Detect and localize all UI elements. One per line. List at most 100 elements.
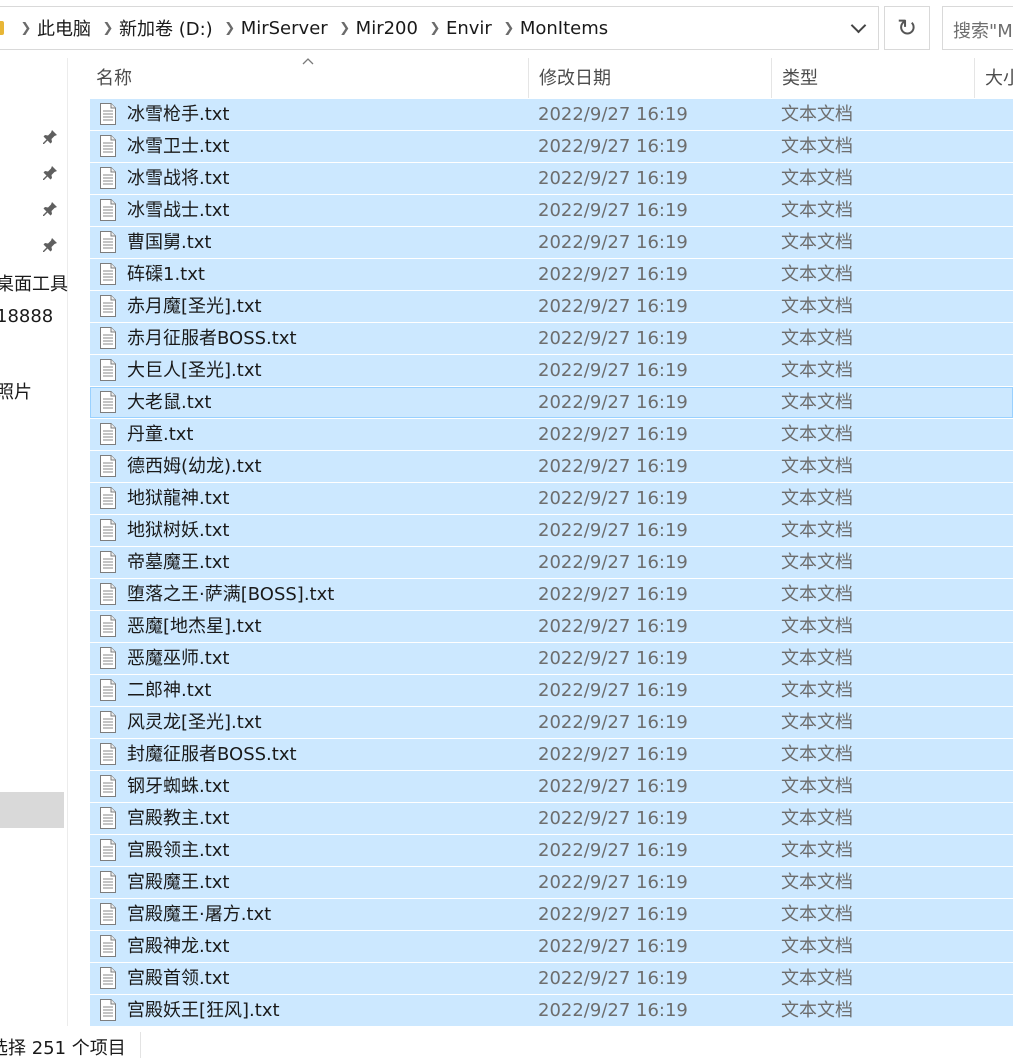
table-row[interactable]: 冰雪战士.txt 2022/9/27 16:19 文本文档 — [90, 195, 1013, 226]
refresh-button[interactable]: ↻ — [884, 6, 930, 50]
address-bar[interactable]: ❯ 此电脑 ❯ 新加卷 (D:) ❯ MirServer ❯ Mir200 ❯ … — [0, 6, 879, 50]
text-file-icon — [99, 423, 117, 445]
breadcrumb: ❯ 此电脑 ❯ 新加卷 (D:) ❯ MirServer ❯ Mir200 ❯ … — [15, 7, 614, 49]
table-row[interactable]: 宫殿妖王[狂风].txt 2022/9/27 16:19 文本文档 — [90, 995, 1013, 1026]
table-row[interactable]: 丹童.txt 2022/9/27 16:19 文本文档 — [90, 419, 1013, 450]
text-file-icon — [99, 359, 117, 381]
breadcrumb-item[interactable]: MirServer — [241, 18, 334, 39]
breadcrumb-item[interactable]: Mir200 — [356, 18, 424, 39]
table-row[interactable]: 宫殿首领.txt 2022/9/27 16:19 文本文档 — [90, 963, 1013, 994]
table-row[interactable]: 地狱龍神.txt 2022/9/27 16:19 文本文档 — [90, 483, 1013, 514]
pin-icon — [41, 200, 59, 218]
table-row[interactable]: 宫殿魔王·屠方.txt 2022/9/27 16:19 文本文档 — [90, 899, 1013, 930]
file-type: 文本文档 — [781, 648, 853, 669]
text-file-icon — [99, 327, 117, 349]
table-row[interactable]: 宫殿教主.txt 2022/9/27 16:19 文本文档 — [90, 803, 1013, 834]
file-type: 文本文档 — [781, 360, 853, 381]
file-type: 文本文档 — [781, 712, 853, 733]
chevron-right-icon[interactable]: ❯ — [498, 21, 520, 36]
search-input[interactable]: 搜索"MonItems" — [942, 6, 1013, 50]
selection-count: 选择 251 个项目 — [0, 1038, 126, 1059]
table-row[interactable]: 封魔征服者BOSS.txt 2022/9/27 16:19 文本文档 — [90, 739, 1013, 770]
file-name: 赤月征服者BOSS.txt — [127, 328, 297, 349]
nav-item-photos[interactable]: 照片 — [0, 378, 32, 404]
table-row[interactable]: 冰雪卫士.txt 2022/9/27 16:19 文本文档 — [90, 131, 1013, 162]
file-modified-date: 2022/9/27 16:19 — [538, 296, 688, 317]
file-modified-date: 2022/9/27 16:19 — [538, 168, 688, 189]
table-row[interactable]: 赤月征服者BOSS.txt 2022/9/27 16:19 文本文档 — [90, 323, 1013, 354]
table-row[interactable]: 二郎神.txt 2022/9/27 16:19 文本文档 — [90, 675, 1013, 706]
table-row[interactable]: 大巨人[圣光].txt 2022/9/27 16:19 文本文档 — [90, 355, 1013, 386]
file-type: 文本文档 — [781, 616, 853, 637]
column-header-type[interactable]: 类型 — [771, 58, 975, 98]
text-file-icon — [99, 903, 117, 925]
table-row[interactable]: 堕落之王·萨满[BOSS].txt 2022/9/27 16:19 文本文档 — [90, 579, 1013, 610]
file-type: 文本文档 — [781, 264, 853, 285]
text-file-icon — [99, 871, 117, 893]
table-row[interactable]: 恶魔[地杰星].txt 2022/9/27 16:19 文本文档 — [90, 611, 1013, 642]
file-name: 帝墓魔王.txt — [127, 552, 230, 573]
breadcrumb-item[interactable]: MonItems — [520, 18, 614, 39]
file-type: 文本文档 — [781, 232, 853, 253]
table-row[interactable]: 砗磲1.txt 2022/9/27 16:19 文本文档 — [90, 259, 1013, 290]
file-name: 大巨人[圣光].txt — [127, 360, 262, 381]
column-header-name[interactable]: 名称 — [86, 58, 529, 98]
column-header-size[interactable]: 大小 — [974, 58, 1013, 98]
status-bar: 选择 251 个项目 — [0, 1026, 1013, 1064]
table-row[interactable]: 帝墓魔王.txt 2022/9/27 16:19 文本文档 — [90, 547, 1013, 578]
file-type: 文本文档 — [781, 296, 853, 317]
text-file-icon — [99, 775, 117, 797]
file-modified-date: 2022/9/27 16:19 — [538, 456, 688, 477]
chevron-right-icon[interactable]: ❯ — [219, 21, 241, 36]
search-placeholder: 搜索"MonItems" — [953, 21, 1013, 42]
table-row[interactable]: 德西姆(幼龙).txt 2022/9/27 16:19 文本文档 — [90, 451, 1013, 482]
file-name: 堕落之王·萨满[BOSS].txt — [127, 584, 335, 605]
table-row[interactable]: 冰雪枪手.txt 2022/9/27 16:19 文本文档 — [90, 99, 1013, 130]
chevron-right-icon[interactable]: ❯ — [424, 21, 446, 36]
file-name: 宫殿魔王·屠方.txt — [127, 904, 272, 925]
table-row[interactable]: 地狱树妖.txt 2022/9/27 16:19 文本文档 — [90, 515, 1013, 546]
table-row[interactable]: 赤月魔[圣光].txt 2022/9/27 16:19 文本文档 — [90, 291, 1013, 322]
chevron-right-icon[interactable]: ❯ — [97, 21, 119, 36]
table-row[interactable]: 大老鼠.txt 2022/9/27 16:19 文本文档 — [90, 387, 1013, 418]
table-row[interactable]: 冰雪战将.txt 2022/9/27 16:19 文本文档 — [90, 163, 1013, 194]
chevron-right-icon[interactable]: ❯ — [15, 21, 37, 36]
address-history-dropdown[interactable] — [838, 7, 878, 49]
file-type: 文本文档 — [781, 136, 853, 157]
table-row[interactable]: 曹国舅.txt 2022/9/27 16:19 文本文档 — [90, 227, 1013, 258]
nav-item-18888[interactable]: 18888 — [0, 306, 53, 327]
file-modified-date: 2022/9/27 16:19 — [538, 744, 688, 765]
table-row[interactable]: 风灵龙[圣光].txt 2022/9/27 16:19 文本文档 — [90, 707, 1013, 738]
nav-item-desktop-tools[interactable]: 桌面工具 — [0, 270, 68, 296]
file-modified-date: 2022/9/27 16:19 — [538, 872, 688, 893]
file-type: 文本文档 — [781, 328, 853, 349]
file-modified-date: 2022/9/27 16:19 — [538, 424, 688, 445]
table-row[interactable]: 宫殿领主.txt 2022/9/27 16:19 文本文档 — [90, 835, 1013, 866]
table-row[interactable]: 宫殿魔王.txt 2022/9/27 16:19 文本文档 — [90, 867, 1013, 898]
file-type: 文本文档 — [781, 520, 853, 541]
chevron-right-icon[interactable]: ❯ — [334, 21, 356, 36]
column-header-date[interactable]: 修改日期 — [528, 58, 771, 98]
status-divider — [140, 1032, 141, 1058]
column-header-row: 名称 修改日期 类型 大小 — [68, 58, 1013, 98]
breadcrumb-item[interactable]: Envir — [446, 18, 498, 39]
breadcrumb-item[interactable]: 此电脑 — [37, 15, 97, 41]
file-modified-date: 2022/9/27 16:19 — [538, 616, 688, 637]
file-name: 恶魔巫师.txt — [127, 648, 230, 669]
file-name: 风灵龙[圣光].txt — [127, 712, 262, 733]
file-type: 文本文档 — [781, 808, 853, 829]
table-row[interactable]: 恶魔巫师.txt 2022/9/27 16:19 文本文档 — [90, 643, 1013, 674]
address-toolbar: ❯ 此电脑 ❯ 新加卷 (D:) ❯ MirServer ❯ Mir200 ❯ … — [0, 0, 1013, 58]
file-name: 宫殿领主.txt — [127, 840, 230, 861]
nav-item-selected[interactable] — [0, 792, 64, 828]
file-name: 冰雪战将.txt — [127, 168, 230, 189]
file-modified-date: 2022/9/27 16:19 — [538, 392, 688, 413]
table-row[interactable]: 钢牙蜘蛛.txt 2022/9/27 16:19 文本文档 — [90, 771, 1013, 802]
file-modified-date: 2022/9/27 16:19 — [538, 904, 688, 925]
table-row[interactable]: 宫殿神龙.txt 2022/9/27 16:19 文本文档 — [90, 931, 1013, 962]
file-modified-date: 2022/9/27 16:19 — [538, 840, 688, 861]
file-modified-date: 2022/9/27 16:19 — [538, 264, 688, 285]
file-modified-date: 2022/9/27 16:19 — [538, 712, 688, 733]
breadcrumb-item[interactable]: 新加卷 (D:) — [119, 15, 219, 41]
text-file-icon — [99, 135, 117, 157]
